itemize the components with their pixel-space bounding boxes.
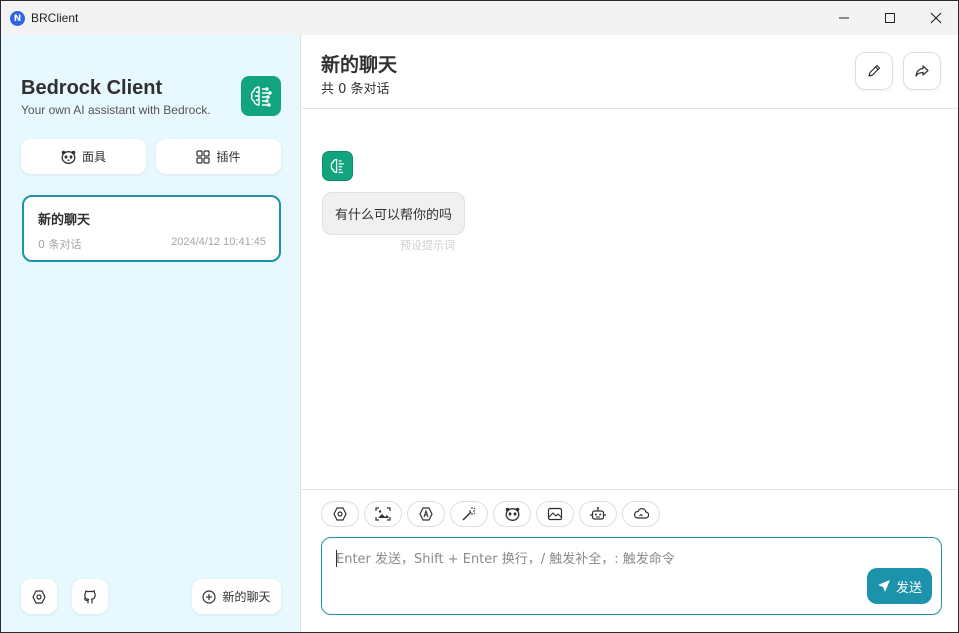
app-window: N BRClient Bedrock Client Your own AI as… <box>0 0 959 633</box>
share-button[interactable] <box>903 52 941 90</box>
chat-header: 新的聊天 共 0 条对话 <box>302 35 958 109</box>
mask-tool[interactable] <box>493 501 531 527</box>
title-bar: N BRClient <box>1 1 958 35</box>
edit-button[interactable] <box>855 52 893 90</box>
text-caret <box>336 550 337 567</box>
new-chat-button[interactable]: 新的聊天 <box>192 579 281 614</box>
minimize-button[interactable] <box>821 1 867 35</box>
brand-title: Bedrock Client <box>21 77 163 99</box>
chat-main: 新的聊天 共 0 条对话 有什么可以帮你的吗 预设提示词 Enter 发送，Sh… <box>302 35 958 632</box>
close-button[interactable] <box>913 1 958 35</box>
robot-icon <box>590 507 606 520</box>
mask-icon <box>505 507 519 521</box>
github-button[interactable] <box>72 579 108 614</box>
mask-button[interactable]: 面具 <box>21 139 146 174</box>
chat-settings-tool[interactable] <box>321 501 359 527</box>
send-icon <box>877 580 890 592</box>
auto-theme-tool[interactable] <box>407 501 445 527</box>
pencil-icon <box>868 64 881 77</box>
chat-list-item[interactable]: 新的聊天 0 条对话 2024/4/12 10:41:45 <box>22 195 281 262</box>
message-input[interactable] <box>336 548 856 570</box>
bot-avatar-icon <box>322 151 353 181</box>
cloud-icon <box>633 508 649 519</box>
brand-subtitle: Your own AI assistant with Bedrock. <box>21 103 211 117</box>
mask-icon <box>61 150 76 164</box>
picture-icon <box>547 507 563 521</box>
chat-item-count: 0 条对话 <box>38 238 82 251</box>
chat-title: 新的聊天 <box>321 54 398 76</box>
app-title: BRClient <box>31 11 79 25</box>
image-tool-2[interactable] <box>536 501 574 527</box>
send-label: 发送 <box>895 580 922 596</box>
message-input-box: 发送 <box>321 537 942 615</box>
chat-message-count: 共 0 条对话 <box>321 82 390 97</box>
maximize-icon <box>885 13 895 23</box>
settings-button[interactable] <box>21 579 57 614</box>
grid-icon <box>196 149 211 164</box>
close-icon <box>930 12 942 24</box>
plugins-button[interactable]: 插件 <box>156 139 281 174</box>
add-icon <box>202 589 217 604</box>
github-icon <box>83 589 96 604</box>
robot-tool[interactable] <box>579 501 617 527</box>
auto-theme-icon <box>419 507 433 521</box>
settings-icon <box>333 507 347 521</box>
composer: 发送 <box>302 489 958 632</box>
magic-wand-icon <box>462 507 476 521</box>
share-icon <box>915 65 929 77</box>
settings-icon <box>32 589 46 604</box>
plugins-label: 插件 <box>216 150 241 164</box>
new-chat-label: 新的聊天 <box>222 590 271 604</box>
minimize-icon <box>839 17 849 19</box>
cloud-tool[interactable] <box>622 501 660 527</box>
maximize-button[interactable] <box>867 1 913 35</box>
brain-logo-icon <box>241 76 281 116</box>
sidebar: Bedrock Client Your own AI assistant wit… <box>1 35 301 632</box>
chat-item-date: 2024/4/12 10:41:45 <box>171 236 266 248</box>
image-scan-icon <box>375 507 391 521</box>
chat-item-title: 新的聊天 <box>38 213 91 228</box>
preset-prompt-hint: 预设提示词 <box>400 239 455 252</box>
bot-message-bubble: 有什么可以帮你的吗 <box>322 192 466 235</box>
mask-label: 面具 <box>81 150 106 164</box>
prompt-tool[interactable] <box>450 501 488 527</box>
send-button[interactable]: 发送 <box>867 568 932 604</box>
image-tool[interactable] <box>364 501 402 527</box>
app-logo-icon: N <box>10 11 25 26</box>
